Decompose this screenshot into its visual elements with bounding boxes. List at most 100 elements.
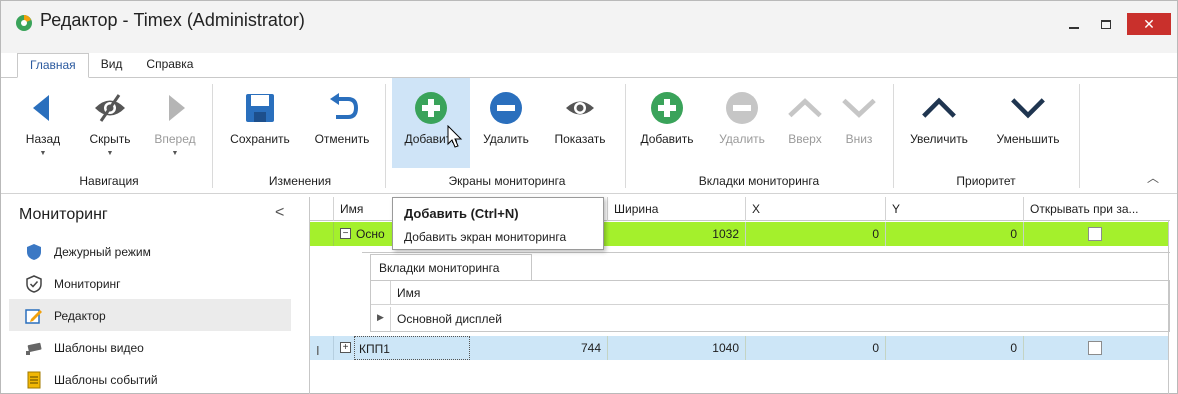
minus-circle-icon [726,92,758,124]
add-tab-label: Добавить [640,132,694,146]
column-header-x[interactable]: X [746,197,886,221]
expand-row-icon[interactable]: + [340,342,351,353]
sidebar-item-video-templates[interactable]: Шаблоны видео [9,331,291,363]
delete-screen-button[interactable]: Удалить [473,78,539,168]
column-header-y[interactable]: Y [886,197,1024,221]
forward-label: Вперед [154,132,196,146]
tab-view[interactable]: Вид [89,53,135,78]
mouse-cursor-icon [447,125,463,148]
hide-button[interactable]: Скрыть ▼ [79,78,141,168]
save-label: Сохранить [230,132,290,146]
show-screen-label: Показать [554,132,606,146]
cell-width[interactable]: 1032 [608,222,746,246]
side-navigation: Мониторинг < Дежурный режим Мониторинг Р… [9,197,291,394]
group-label-navigation: Навигация [79,174,139,188]
arrow-right-icon [169,95,185,121]
collapse-ribbon-icon[interactable]: ︿ [1147,169,1159,186]
collapse-row-icon[interactable]: − [340,228,351,239]
cell-y[interactable]: 0 [886,222,1024,246]
app-window: Редактор - Timex (Administrator) ✕ Главн… [0,0,1178,394]
sidebar-item-duty-mode[interactable]: Дежурный режим [9,235,291,267]
forward-button[interactable]: Вперед ▼ [145,78,205,168]
increase-priority-label: Увеличить [910,132,968,146]
add-tab-button[interactable]: Добавить [631,78,703,168]
eye-icon [566,101,594,115]
column-header-width[interactable]: Ширина [608,197,746,221]
cell-x[interactable]: 0 [746,336,886,360]
sidebar-item-monitoring[interactable]: Мониторинг [9,267,291,299]
cell-height[interactable]: 744 [470,336,608,360]
group-separator [625,84,626,188]
group-label-changes: Изменения [268,174,332,188]
close-button[interactable]: ✕ [1127,13,1171,35]
minimize-icon [1069,27,1079,29]
group-label-screens: Экраны мониторинга [448,174,566,188]
tab-monitoring-tabs[interactable]: Вкладки мониторинга [370,254,532,281]
open-on-start-checkbox[interactable] [1088,227,1102,241]
group-label-tabs: Вкладки мониторинга [698,174,820,188]
hide-dropdown-icon: ▼ [106,150,114,157]
cell-y[interactable]: 0 [886,336,1024,360]
tooltip-title: Добавить (Ctrl+N) [404,206,519,221]
tab-help[interactable]: Справка [134,53,205,78]
column-header-name[interactable]: Имя [397,286,420,300]
back-button[interactable]: Назад ▼ [13,78,73,168]
cell-x[interactable]: 0 [746,222,886,246]
delete-tab-button[interactable]: Удалить [709,78,775,168]
shield-check-icon [26,275,42,293]
edit-icon [25,309,42,324]
chevron-up-icon [788,98,822,118]
back-label: Назад [25,132,61,146]
shield-icon [27,244,41,260]
save-button[interactable]: Сохранить [219,78,301,168]
sidebar-item-label: Мониторинг [54,277,121,291]
table-row[interactable]: + КПП1 744 1040 0 0 [310,336,1168,360]
delete-tab-label: Удалить [719,132,765,146]
sidebar-item-editor[interactable]: Редактор [9,299,291,331]
floppy-disk-icon [246,94,274,122]
maximize-icon [1101,19,1111,29]
move-up-button[interactable]: Вверх [779,78,831,168]
show-screen-button[interactable]: Показать [543,78,617,168]
column-header-open-on-start[interactable]: Открывать при за... [1024,197,1168,221]
document-icon [27,371,41,389]
cell-name[interactable]: Основной дисплей [397,312,502,326]
tab-home[interactable]: Главная [17,53,89,78]
eye-slash-icon [95,94,125,122]
nav-header: Мониторинг < [9,197,291,231]
row-indicator-cell [310,222,334,246]
sidebar-item-event-templates[interactable]: Шаблоны событий [9,363,291,394]
cell-name[interactable]: КПП1 [354,336,470,360]
chevron-up-icon [922,97,956,118]
app-logo-icon [16,15,32,31]
plus-circle-icon [651,92,683,124]
maximize-button[interactable] [1093,13,1119,35]
menu-tabs: Главная Вид Справка [17,53,205,78]
decrease-priority-label: Уменьшить [996,132,1060,146]
chevron-down-icon [1011,98,1045,119]
minimize-button[interactable] [1061,13,1087,35]
forward-dropdown-icon: ▼ [171,150,179,157]
grid-indicator-column [310,197,334,221]
undo-icon [330,93,358,119]
tooltip: Добавить (Ctrl+N) Добавить экран монитор… [392,197,604,250]
move-down-label: Вниз [845,132,873,146]
undo-button[interactable]: Отменить [303,78,381,168]
decrease-priority-button[interactable]: Уменьшить [985,78,1071,168]
arrow-left-icon [33,95,49,121]
nav-title: Мониторинг [19,206,108,223]
move-down-button[interactable]: Вниз [833,78,885,168]
group-separator [385,84,386,188]
sidebar-item-label: Шаблоны видео [54,341,144,355]
open-on-start-checkbox[interactable] [1088,341,1102,355]
increase-priority-button[interactable]: Увеличить [901,78,977,168]
back-dropdown-icon: ▼ [39,150,47,157]
detail-grid-header: Имя [371,281,1169,305]
add-screen-button[interactable]: Добавить [392,78,470,168]
table-row[interactable]: ▶ Основной дисплей [371,307,1169,331]
cell-width[interactable]: 1040 [608,336,746,360]
delete-screen-label: Удалить [483,132,529,146]
collapse-nav-icon[interactable]: < [275,204,284,222]
detail-panel: Вкладки мониторинга Имя ▶ Основной диспл… [362,252,1170,335]
group-label-priority: Приоритет [956,174,1016,188]
